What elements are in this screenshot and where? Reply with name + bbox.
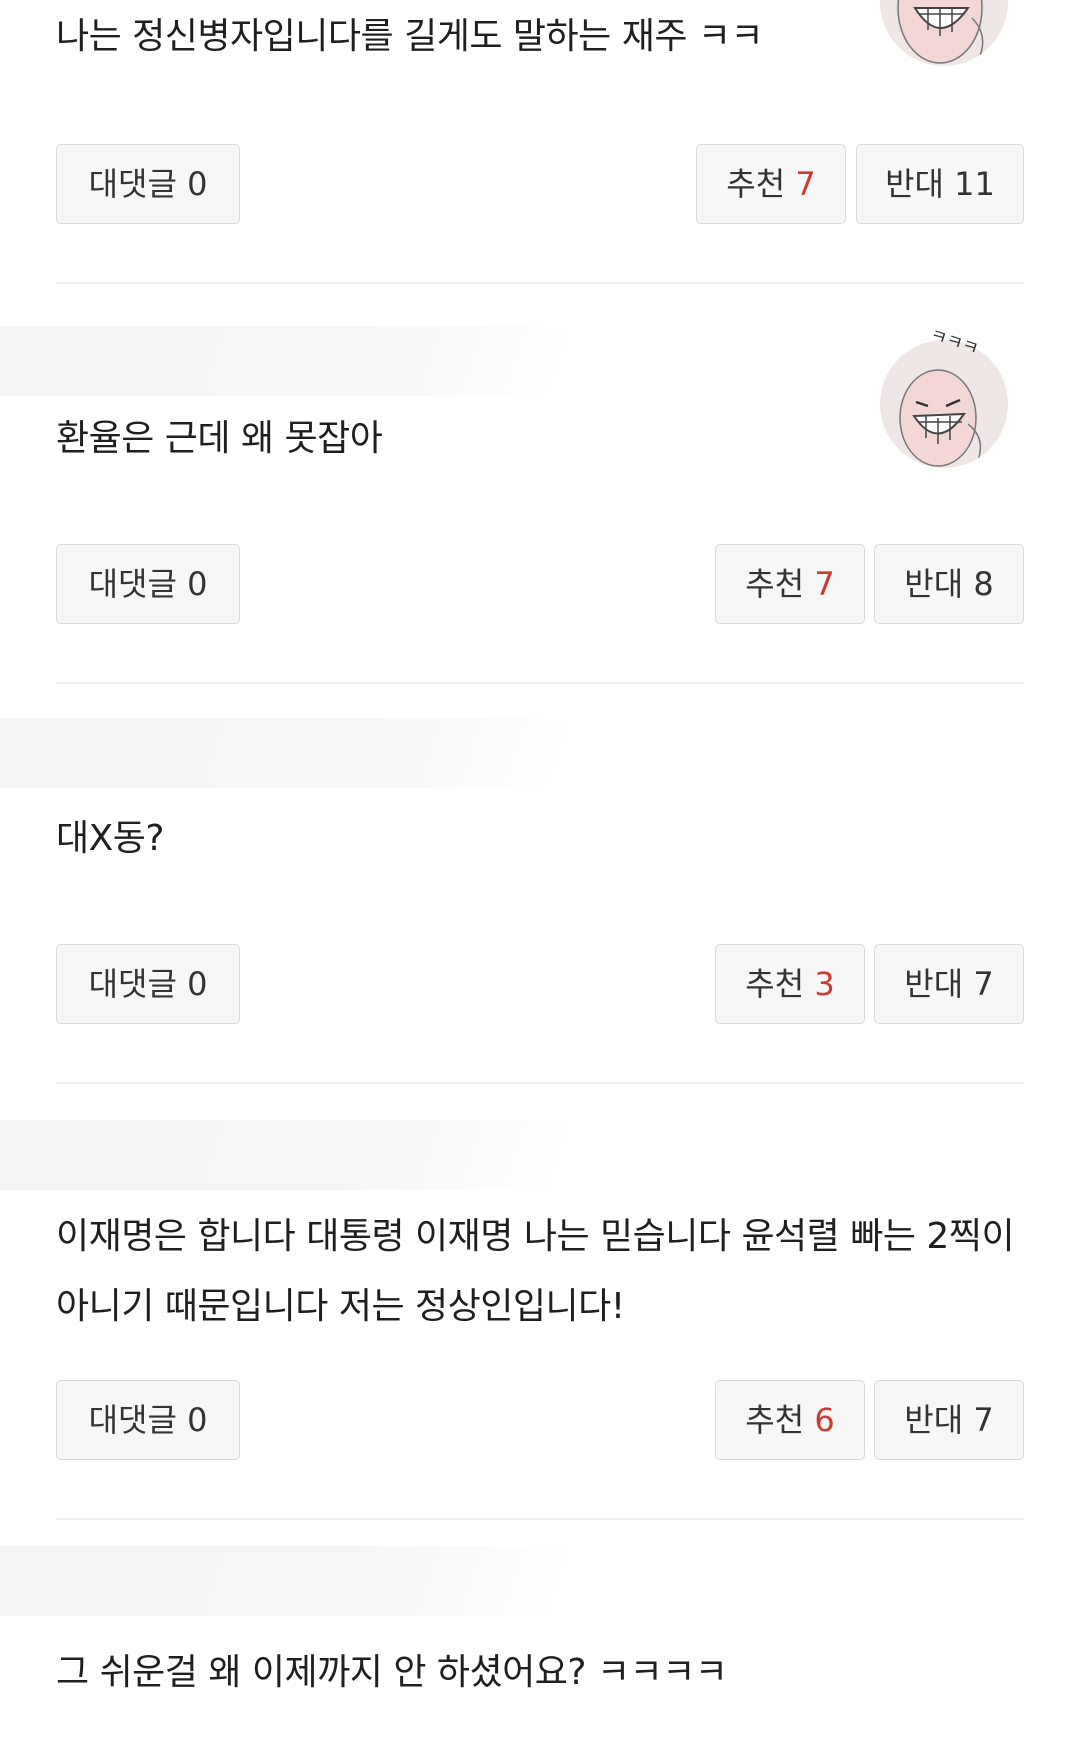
reply-button[interactable]: 대댓글 0: [56, 1380, 240, 1460]
oppose-button[interactable]: 반대 7: [874, 944, 1024, 1024]
reply-count: 0: [187, 965, 208, 1003]
comment-text: 대X동?: [56, 818, 165, 859]
reply-count: 0: [187, 1401, 208, 1439]
reply-button[interactable]: 대댓글 0: [56, 944, 240, 1024]
oppose-button[interactable]: 반대 11: [856, 144, 1024, 224]
oppose-label: 반대: [904, 965, 964, 1003]
oppose-count: 8: [973, 565, 994, 603]
recommend-label: 추천: [726, 165, 786, 203]
oppose-button[interactable]: 반대 7: [874, 1380, 1024, 1460]
comment-divider: [56, 1082, 1024, 1084]
reply-count: 0: [187, 565, 208, 603]
comment-text: 이재명은 합니다 대통령 이재명 나는 믿습니다 윤석렬 빠는 2찍이 아니기 …: [56, 1216, 1015, 1327]
oppose-label: 반대: [885, 165, 944, 203]
reply-label: 대댓글: [88, 565, 177, 603]
reply-button[interactable]: 대댓글 0: [56, 144, 240, 224]
recommend-count: 3: [814, 965, 835, 1003]
blurred-username: [0, 1120, 581, 1190]
recommend-button[interactable]: 추천 6: [715, 1380, 865, 1460]
comment-text: 환율은 근데 왜 못잡아: [56, 418, 383, 459]
recommend-button[interactable]: 추천 3: [715, 944, 865, 1024]
comment-text: 그 쉬운걸 왜 이제까지 안 하셨어요? ㅋㅋㅋㅋ: [56, 1652, 728, 1693]
reply-label: 대댓글: [88, 165, 177, 203]
oppose-count: 7: [973, 965, 994, 1003]
reply-label: 대댓글: [88, 965, 177, 1003]
recommend-label: 추천: [745, 1401, 805, 1439]
blurred-username: [0, 1546, 581, 1616]
reply-count: 0: [187, 165, 208, 203]
recommend-count: 6: [814, 1401, 835, 1439]
comment-divider: [56, 682, 1024, 684]
recommend-label: 추천: [745, 565, 805, 603]
comment-text: 나는 정신병자입니다를 길게도 말하는 재주 ㅋㅋ: [56, 16, 764, 57]
reply-label: 대댓글: [88, 1401, 177, 1439]
oppose-count: 7: [973, 1401, 994, 1439]
oppose-label: 반대: [904, 1401, 964, 1439]
recommend-button[interactable]: 추천 7: [715, 544, 865, 624]
oppose-button[interactable]: 반대 8: [874, 544, 1024, 624]
blurred-username: [0, 326, 581, 396]
recommend-count: 7: [814, 565, 835, 603]
oppose-count: 11: [954, 165, 995, 203]
recommend-count: 7: [795, 165, 816, 203]
oppose-label: 반대: [904, 565, 964, 603]
reply-button[interactable]: 대댓글 0: [56, 544, 240, 624]
blurred-username: [0, 718, 581, 788]
recommend-label: 추천: [745, 965, 805, 1003]
comment-divider: [56, 1518, 1024, 1520]
comment-divider: [56, 282, 1024, 284]
recommend-button[interactable]: 추천 7: [696, 144, 846, 224]
